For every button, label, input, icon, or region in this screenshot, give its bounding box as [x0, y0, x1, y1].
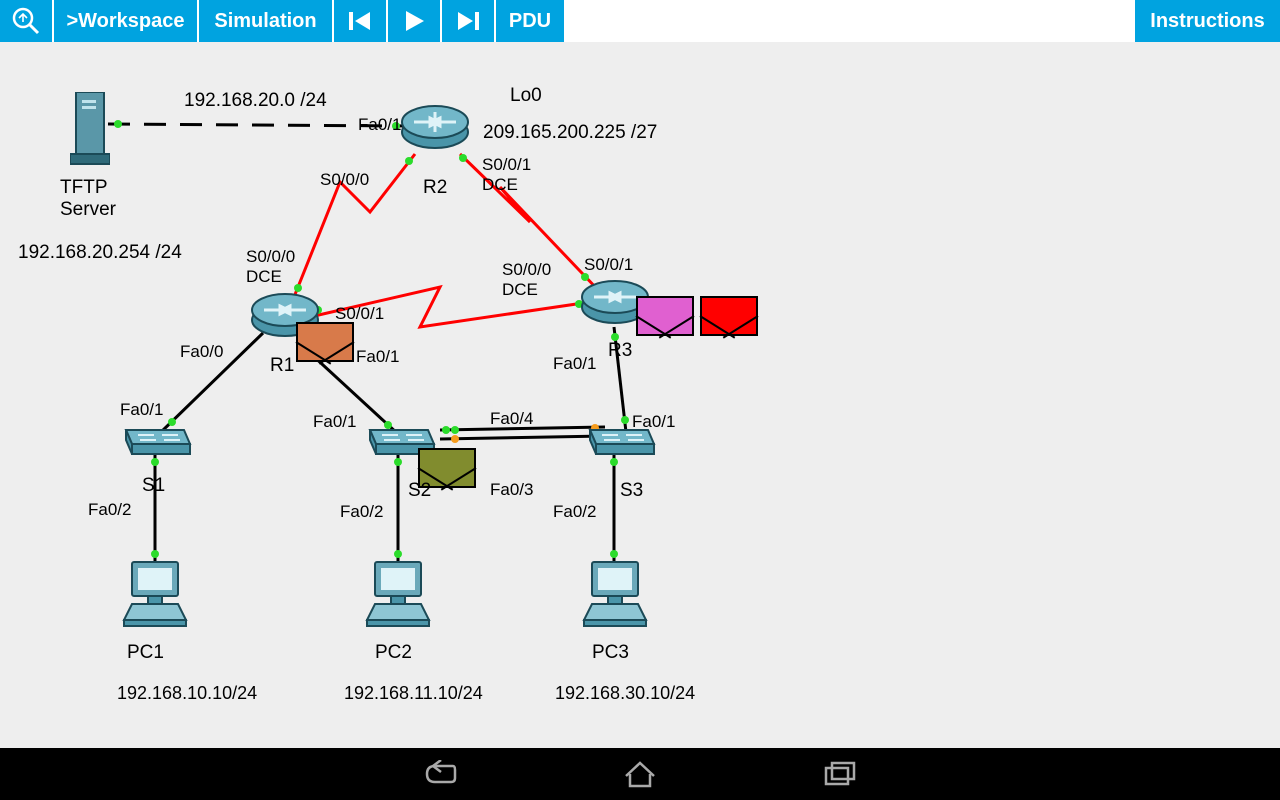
- iflabel: Fa0/0: [180, 342, 223, 362]
- label-pc3-ip: 192.168.30.10/24: [555, 683, 695, 704]
- iflabel: Fa0/2: [88, 500, 131, 520]
- toolbar-spacer: [566, 0, 1135, 42]
- links-layer: [0, 42, 1280, 748]
- label-r3: R3: [608, 340, 632, 362]
- workspace-button[interactable]: >Workspace: [54, 0, 199, 42]
- iflabel: Fa0/1: [358, 115, 401, 135]
- topology-canvas[interactable]: TFTP Server 192.168.20.254 /24 R2 R1 R3 …: [0, 42, 1280, 748]
- android-navbar: [0, 748, 1280, 800]
- link-dot: [394, 550, 402, 558]
- recents-button[interactable]: [820, 754, 860, 794]
- device-pc3[interactable]: [580, 560, 650, 630]
- link-dot: [405, 157, 413, 165]
- link-dot: [459, 154, 467, 162]
- link-dot: [610, 458, 618, 466]
- pdu-envelope[interactable]: [296, 322, 354, 362]
- label-pc1-ip: 192.168.10.10/24: [117, 683, 257, 704]
- label-tftp: TFTP Server: [60, 177, 116, 221]
- iflabel: S0/0/0 DCE: [502, 260, 551, 300]
- iflabel: Fa0/1: [313, 412, 356, 432]
- link-dot: [451, 426, 459, 434]
- simulation-button[interactable]: Simulation: [199, 0, 334, 42]
- label-lo0: Lo0: [510, 85, 542, 107]
- label-r1: R1: [270, 355, 294, 377]
- back-button[interactable]: [420, 754, 460, 794]
- label-subnet-tftp: 192.168.20.0 /24: [184, 90, 327, 112]
- link-dot: [451, 435, 459, 443]
- link-dot: [610, 550, 618, 558]
- iflabel: S0/0/1 DCE: [482, 155, 531, 195]
- step-back-button[interactable]: [334, 0, 388, 42]
- iflabel: Fa0/1: [120, 400, 163, 420]
- pdu-envelope[interactable]: [700, 296, 758, 336]
- link-dot: [394, 458, 402, 466]
- pdu-envelope[interactable]: [636, 296, 694, 336]
- device-pc2[interactable]: [363, 560, 433, 630]
- label-r2: R2: [423, 177, 447, 199]
- iflabel: S0/0/0: [320, 170, 369, 190]
- device-pc1[interactable]: [120, 560, 190, 630]
- iflabel: S0/0/1: [584, 255, 633, 275]
- label-pc2: PC2: [375, 642, 412, 664]
- label-pc2-ip: 192.168.11.10/24: [344, 683, 483, 704]
- iflabel: Fa0/3: [490, 480, 533, 500]
- link-dot: [151, 550, 159, 558]
- label-s1: S1: [142, 475, 165, 497]
- iflabel: Fa0/2: [340, 502, 383, 522]
- link-dot: [114, 120, 122, 128]
- pdu-button[interactable]: PDU: [496, 0, 566, 42]
- label-pc1: PC1: [127, 642, 164, 664]
- iflabel: Fa0/1: [632, 412, 675, 432]
- label-lo0-ip: 209.165.200.225 /27: [483, 122, 657, 144]
- link-dot: [151, 458, 159, 466]
- iflabel: Fa0/1: [553, 354, 596, 374]
- inspect-button[interactable]: [0, 0, 54, 42]
- step-forward-button[interactable]: [442, 0, 496, 42]
- iflabel: Fa0/2: [553, 502, 596, 522]
- play-button[interactable]: [388, 0, 442, 42]
- link-dot: [442, 426, 450, 434]
- device-tftp-server[interactable]: [70, 92, 110, 167]
- label-tftp-ip: 192.168.20.254 /24: [18, 242, 182, 264]
- toolbar: >Workspace Simulation PDU Instructions: [0, 0, 1280, 42]
- label-s2: S2: [408, 480, 431, 502]
- home-button[interactable]: [620, 754, 660, 794]
- iflabel: Fa0/4: [490, 409, 533, 429]
- label-pc3: PC3: [592, 642, 629, 664]
- iflabel: S0/0/1: [335, 304, 384, 324]
- device-r2[interactable]: [400, 102, 470, 152]
- label-s3: S3: [620, 480, 643, 502]
- iflabel: S0/0/0 DCE: [246, 247, 295, 287]
- device-s1[interactable]: [118, 420, 192, 458]
- iflabel: Fa0/1: [356, 347, 399, 367]
- instructions-button[interactable]: Instructions: [1135, 0, 1280, 42]
